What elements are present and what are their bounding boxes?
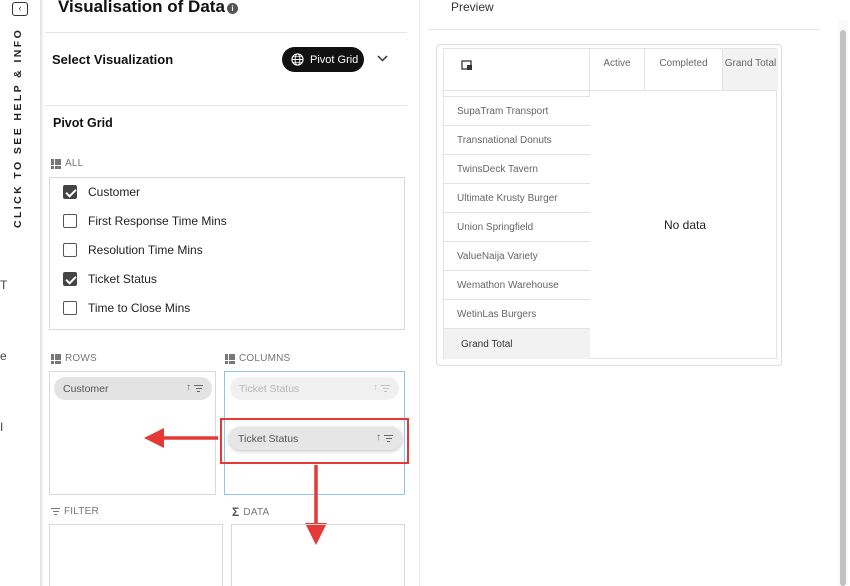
field-label: Ticket Status — [88, 272, 157, 286]
checkbox[interactable] — [63, 185, 77, 199]
table-settings-icon[interactable] — [461, 60, 473, 71]
field-label: Time to Close Mins — [88, 301, 191, 315]
all-fields-label: ALL — [51, 158, 83, 169]
row-header: Transnational Donuts — [444, 125, 590, 154]
columns-label-text: COLUMNS — [239, 353, 291, 364]
columns-label: COLUMNS — [225, 353, 290, 364]
row-header: TwinsDeck Tavern — [444, 154, 590, 183]
highlight-annotation — [220, 418, 409, 464]
chip-label: Customer — [63, 382, 109, 395]
checkbox[interactable] — [63, 243, 77, 257]
row-header: SupaTram Transport — [444, 96, 590, 125]
field-label: First Response Time Mins — [88, 214, 227, 228]
edge-text-fragment: e — [0, 349, 7, 363]
chip-label: Ticket Status — [239, 382, 300, 395]
data-label-text: DATA — [243, 506, 270, 518]
help-sidebar[interactable]: ‹ CLICK TO SEE HELP & INFO — [0, 0, 38, 586]
sigma-icon: Σ — [232, 505, 240, 519]
field-item-first-response-time[interactable]: First Response Time Mins — [63, 214, 227, 228]
field-item-customer[interactable]: Customer — [63, 185, 140, 199]
help-info-label[interactable]: CLICK TO SEE HELP & INFO — [12, 28, 24, 228]
rows-label: ROWS — [51, 353, 97, 364]
field-item-time-to-close[interactable]: Time to Close Mins — [63, 301, 190, 315]
row-header: ValueNaija Variety — [444, 241, 590, 270]
checkbox[interactable] — [63, 301, 77, 315]
row-header: Ultimate Krusty Burger — [444, 183, 590, 212]
divider — [45, 32, 407, 33]
chip-actions: ↑ — [186, 382, 203, 394]
filter-label-text: FILTER — [64, 506, 99, 517]
empty-state-message: No data — [664, 218, 707, 232]
grid-icon — [51, 158, 61, 169]
globe-icon — [291, 53, 304, 66]
field-item-resolution-time[interactable]: Resolution Time Mins — [63, 243, 203, 257]
edge-text-fragment: T — [0, 278, 8, 292]
sort-icon[interactable]: ↑ — [373, 382, 378, 394]
pivot-grid-heading: Pivot Grid — [53, 116, 113, 130]
row-header-grand-total: Grand Total — [444, 328, 590, 359]
divider — [428, 29, 820, 30]
arrow-left-annotation — [144, 428, 218, 448]
header-divider — [444, 90, 777, 91]
preview-label: Preview — [451, 0, 494, 14]
column-header-grand-total: Grand Total — [722, 49, 778, 90]
filter-icon[interactable] — [194, 384, 203, 392]
page-title: Visualisation of Data — [58, 0, 225, 16]
chevron-down-icon[interactable] — [376, 53, 389, 63]
row-header: Union Springfield — [444, 212, 590, 241]
all-label-text: ALL — [65, 158, 84, 169]
panel-divider — [419, 0, 420, 586]
fields-list: Customer First Response Time Mins Resolu… — [49, 177, 405, 330]
checkbox[interactable] — [63, 272, 77, 286]
row-header: Wemathon Warehouse — [444, 270, 590, 299]
rows-chip-customer[interactable]: Customer ↑ — [54, 377, 212, 400]
data-drop-area[interactable] — [231, 524, 405, 586]
rows-label-text: ROWS — [65, 353, 97, 364]
pivot-table: Active Completed Grand Total SupaTram Tr… — [443, 48, 778, 359]
checkbox[interactable] — [63, 214, 77, 228]
field-item-ticket-status[interactable]: Ticket Status — [63, 272, 157, 286]
data-label: Σ DATA — [232, 505, 269, 519]
grid-icon — [51, 353, 61, 364]
sort-icon[interactable]: ↑ — [186, 382, 191, 394]
filter-label: FILTER — [51, 506, 99, 517]
filter-drop-area[interactable] — [49, 524, 223, 586]
grid-icon — [225, 353, 235, 364]
filter-icon[interactable] — [381, 384, 390, 392]
scrollbar-thumb[interactable] — [840, 30, 846, 586]
column-header-active: Active — [589, 49, 644, 90]
select-visualization-label: Select Visualization — [52, 52, 174, 67]
visualization-type-button[interactable]: Pivot Grid — [282, 47, 364, 72]
field-label: Customer — [88, 185, 141, 199]
chip-actions: ↑ — [373, 382, 390, 394]
row-header: WetinLas Burgers — [444, 299, 590, 328]
columns-chip-ticket-status[interactable]: Ticket Status ↑ — [230, 377, 399, 400]
edge-text-fragment: I — [0, 420, 4, 434]
field-label: Resolution Time Mins — [88, 243, 203, 257]
collapse-panel-icon[interactable]: ‹ — [12, 2, 28, 16]
visualization-type-label: Pivot Grid — [310, 53, 359, 66]
info-icon[interactable]: i — [227, 3, 238, 14]
column-header-completed: Completed — [644, 49, 722, 90]
divider — [45, 105, 407, 106]
panel-shadow — [40, 0, 44, 586]
filter-icon — [51, 508, 60, 515]
